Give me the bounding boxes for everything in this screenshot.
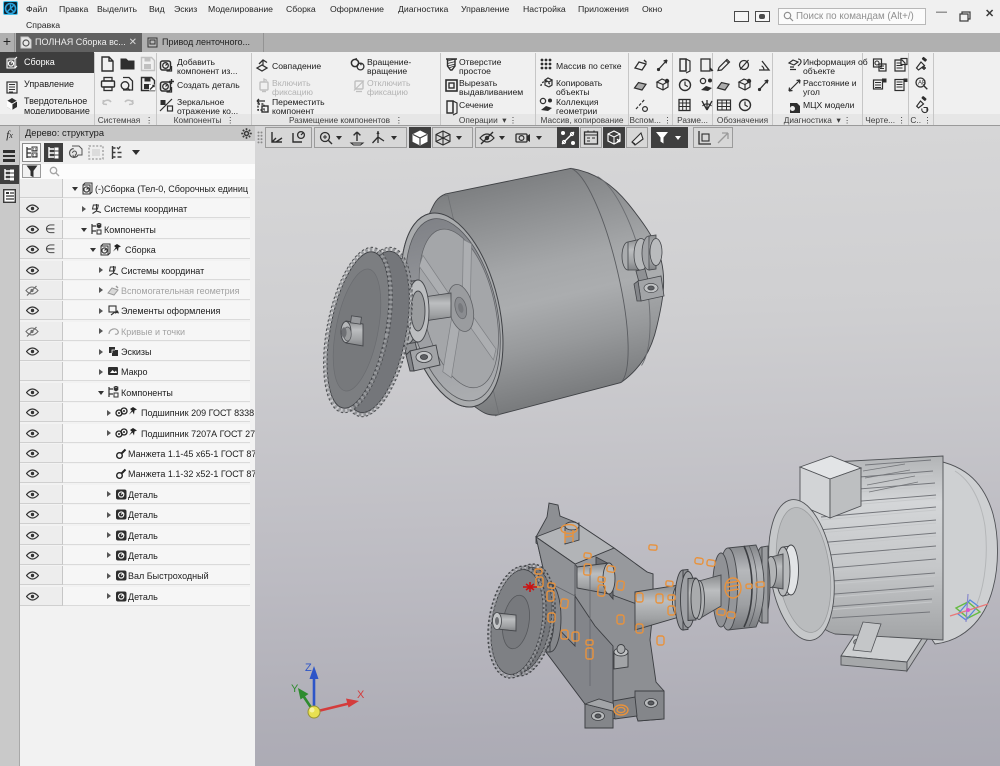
svg-text:Y: Y: [291, 683, 299, 695]
svg-text:AB: AB: [918, 81, 926, 87]
svg-text:Z: Z: [305, 662, 312, 674]
svg-text:12: 12: [33, 152, 38, 157]
svg-text:X: X: [357, 689, 365, 701]
